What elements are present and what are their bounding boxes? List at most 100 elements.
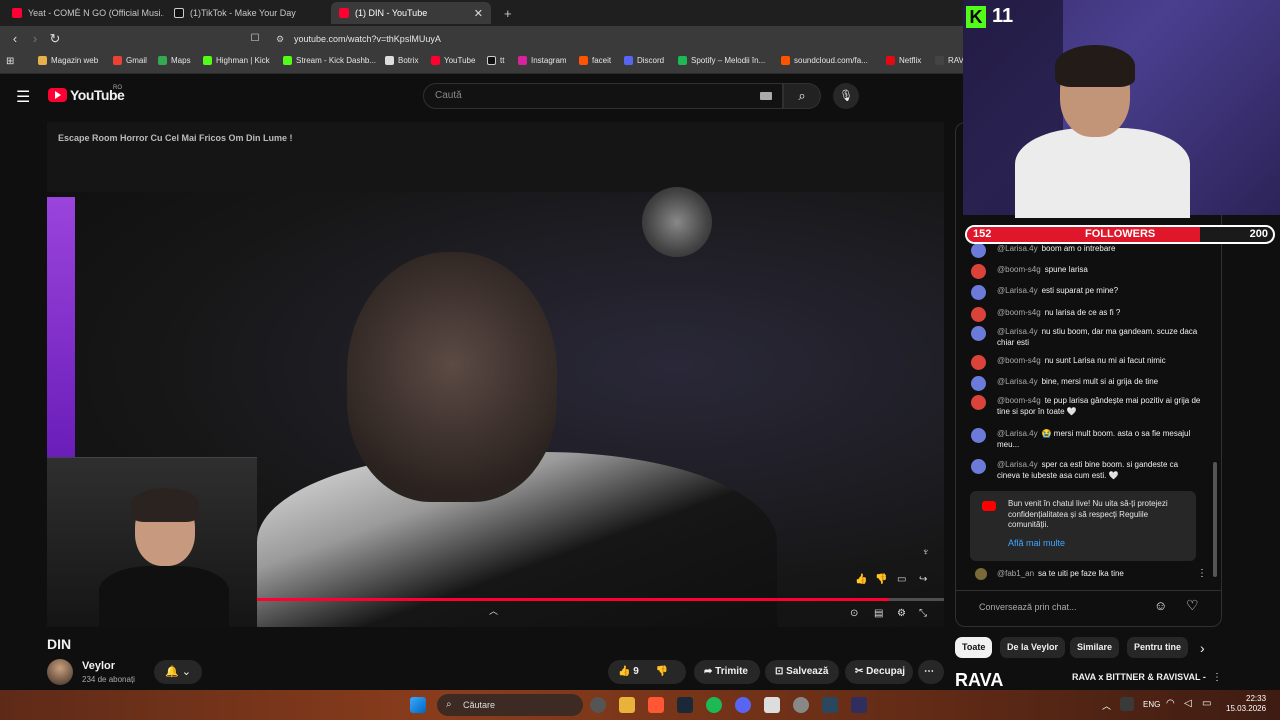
chevron-up-icon[interactable]: ︿ [489, 604, 498, 617]
taskbar-clock[interactable]: 22:33 15.03.2026 [1226, 694, 1266, 714]
message-menu-icon[interactable]: ⋮ [1197, 568, 1207, 579]
steam-app-icon[interactable] [822, 697, 838, 713]
brave-icon[interactable] [648, 697, 664, 713]
taskbar-search[interactable]: ⌕ Căutare [437, 694, 583, 716]
file-explorer-icon[interactable] [619, 697, 635, 713]
chat-avatar[interactable] [971, 264, 986, 279]
chat-author[interactable]: @fab1_an [997, 569, 1034, 578]
chat-avatar[interactable] [971, 459, 986, 474]
search-input[interactable]: Caută [423, 83, 783, 109]
new-tab-button[interactable]: + [496, 2, 516, 24]
url-field[interactable]: ⚙ youtube.com/watch?v=thKpslMUuyA [270, 30, 950, 48]
media-player-icon[interactable] [764, 697, 780, 713]
obs-icon[interactable] [851, 697, 867, 713]
like-overlay-icon[interactable]: 👍 [855, 574, 867, 585]
progress-bar[interactable] [257, 598, 944, 601]
tray-chevron-icon[interactable]: ︿ [1102, 699, 1111, 712]
chat-author[interactable]: @boom-s4g [997, 396, 1041, 405]
reload-icon[interactable]: ↻ [46, 30, 64, 48]
channel-avatar[interactable] [47, 659, 73, 685]
steam-icon[interactable] [677, 697, 693, 713]
battery-icon[interactable]: ▭ [1202, 698, 1211, 709]
settings-icon[interactable]: ⚙ [897, 608, 906, 619]
bookmark-magazin-web[interactable]: Magazin web [38, 56, 98, 65]
chat-author[interactable]: @boom-s4g [997, 356, 1041, 365]
chat-author[interactable]: @Larisa.4y [997, 244, 1038, 253]
related-video-title[interactable]: RAVA x BITTNER & RAVISVAL - [1072, 672, 1206, 682]
tab-tiktok[interactable]: (1)TikTok - Make Your Day [166, 2, 328, 24]
bookmark-maps[interactable]: Maps [158, 56, 191, 65]
voice-search-button[interactable]: 🎙 [833, 83, 859, 109]
chat-avatar[interactable] [975, 568, 987, 580]
chip-for-you[interactable]: Pentru tine [1127, 637, 1189, 658]
copilot-icon[interactable] [590, 697, 606, 713]
chat-scrollbar[interactable] [1213, 462, 1217, 577]
bookmark-youtube[interactable]: YouTube [431, 56, 475, 65]
keyboard-icon[interactable] [760, 92, 772, 100]
settings-app-icon[interactable] [793, 697, 809, 713]
bookmark-faceit[interactable]: faceit [579, 56, 611, 65]
subtitles-icon[interactable]: ▤ [874, 608, 883, 619]
bookmark-kick-dashboard[interactable]: Stream - Kick Dashb... [283, 56, 376, 65]
bookmark-icon[interactable]: ☐ [246, 30, 264, 48]
comment-overlay-icon[interactable]: ▭ [897, 574, 906, 585]
video-player[interactable]: Escape Room Horror Cu Cel Mai Fricos Om … [47, 122, 944, 627]
share-overlay-icon[interactable]: ↪ [919, 574, 927, 585]
channel-name[interactable]: Veylor [82, 660, 115, 672]
dislike-button[interactable]: 👎 [656, 666, 668, 677]
apps-grid-icon[interactable]: ⊞ [6, 56, 14, 67]
chip-from-veylor[interactable]: De la Veylor [1000, 637, 1066, 658]
bookmark-netflix[interactable]: Netflix [886, 56, 921, 65]
notification-bell-button[interactable]: 🔔 ⌄ [154, 660, 202, 684]
site-info-icon[interactable]: ⚙ [276, 30, 284, 48]
tab-din-youtube[interactable]: (1) DIN - YouTube ✕ [331, 2, 491, 24]
chat-avatar[interactable] [971, 326, 986, 341]
bookmark-instagram[interactable]: Instagram [518, 56, 567, 65]
chat-avatar[interactable] [971, 395, 986, 410]
forward-icon[interactable]: › [26, 30, 44, 48]
chat-author[interactable]: @boom-s4g [997, 308, 1041, 317]
chat-author[interactable]: @Larisa.4y [997, 460, 1038, 469]
close-tab-icon[interactable]: ✕ [474, 7, 483, 20]
chat-input[interactable]: Conversează prin chat... [979, 598, 1149, 616]
bookmark-highman-kick[interactable]: Highman | Kick [203, 56, 270, 65]
language-indicator[interactable]: ENG [1143, 700, 1160, 709]
youtube-logo-icon[interactable] [48, 88, 67, 102]
learn-more-link[interactable]: Află mai multe [1008, 538, 1065, 548]
windows-start-icon[interactable] [410, 697, 426, 713]
tab-yeat[interactable]: Yeat - COMÈ N GO (Official Musi... [4, 2, 164, 24]
chip-similar[interactable]: Similare [1070, 637, 1120, 658]
volume-icon[interactable]: ◁ [1184, 698, 1192, 709]
bookmark-botrix[interactable]: Botrix [385, 56, 418, 65]
bookmark-discord[interactable]: Discord [624, 56, 664, 65]
chip-all[interactable]: Toate [955, 637, 993, 658]
emoji-icon[interactable]: ☺ [1154, 598, 1167, 613]
like-button[interactable]: 👍 9 [618, 666, 639, 677]
save-button[interactable]: ⊡ Salvează [765, 660, 839, 684]
miniplayer-icon[interactable]: ⤡ [919, 608, 927, 619]
chips-next-icon[interactable]: › [1200, 640, 1205, 656]
clip-button[interactable]: ✂ Decupaj [845, 660, 913, 684]
heart-icon[interactable]: ♡ [1186, 597, 1199, 614]
related-video-thumbnail[interactable]: RAVA [955, 670, 1065, 690]
tray-app-icon[interactable] [1120, 697, 1134, 711]
chat-avatar[interactable] [971, 355, 986, 370]
chat-author[interactable]: @Larisa.4y [997, 429, 1038, 438]
chat-avatar[interactable] [971, 285, 986, 300]
bookmark-rava[interactable]: RAV [935, 56, 964, 65]
chat-avatar[interactable] [971, 307, 986, 322]
chat-author[interactable]: @Larisa.4y [997, 286, 1038, 295]
chat-avatar[interactable] [971, 428, 986, 443]
related-menu-icon[interactable]: ⋮ [1212, 672, 1222, 683]
more-actions-button[interactable]: ⋯ [918, 660, 944, 684]
autoplay-toggle-icon[interactable]: ⊙ [850, 608, 858, 619]
chat-author[interactable]: @Larisa.4y [997, 377, 1038, 386]
network-icon[interactable]: ◠ [1166, 698, 1175, 709]
spotify-icon[interactable] [706, 697, 722, 713]
chat-avatar[interactable] [971, 243, 986, 258]
chat-author[interactable]: @Larisa.4y [997, 327, 1038, 336]
bookmark-tt[interactable]: tt [487, 56, 504, 65]
bookmark-gmail[interactable]: Gmail [113, 56, 147, 65]
discord-icon[interactable] [735, 697, 751, 713]
search-button[interactable]: ⌕ [783, 83, 821, 109]
